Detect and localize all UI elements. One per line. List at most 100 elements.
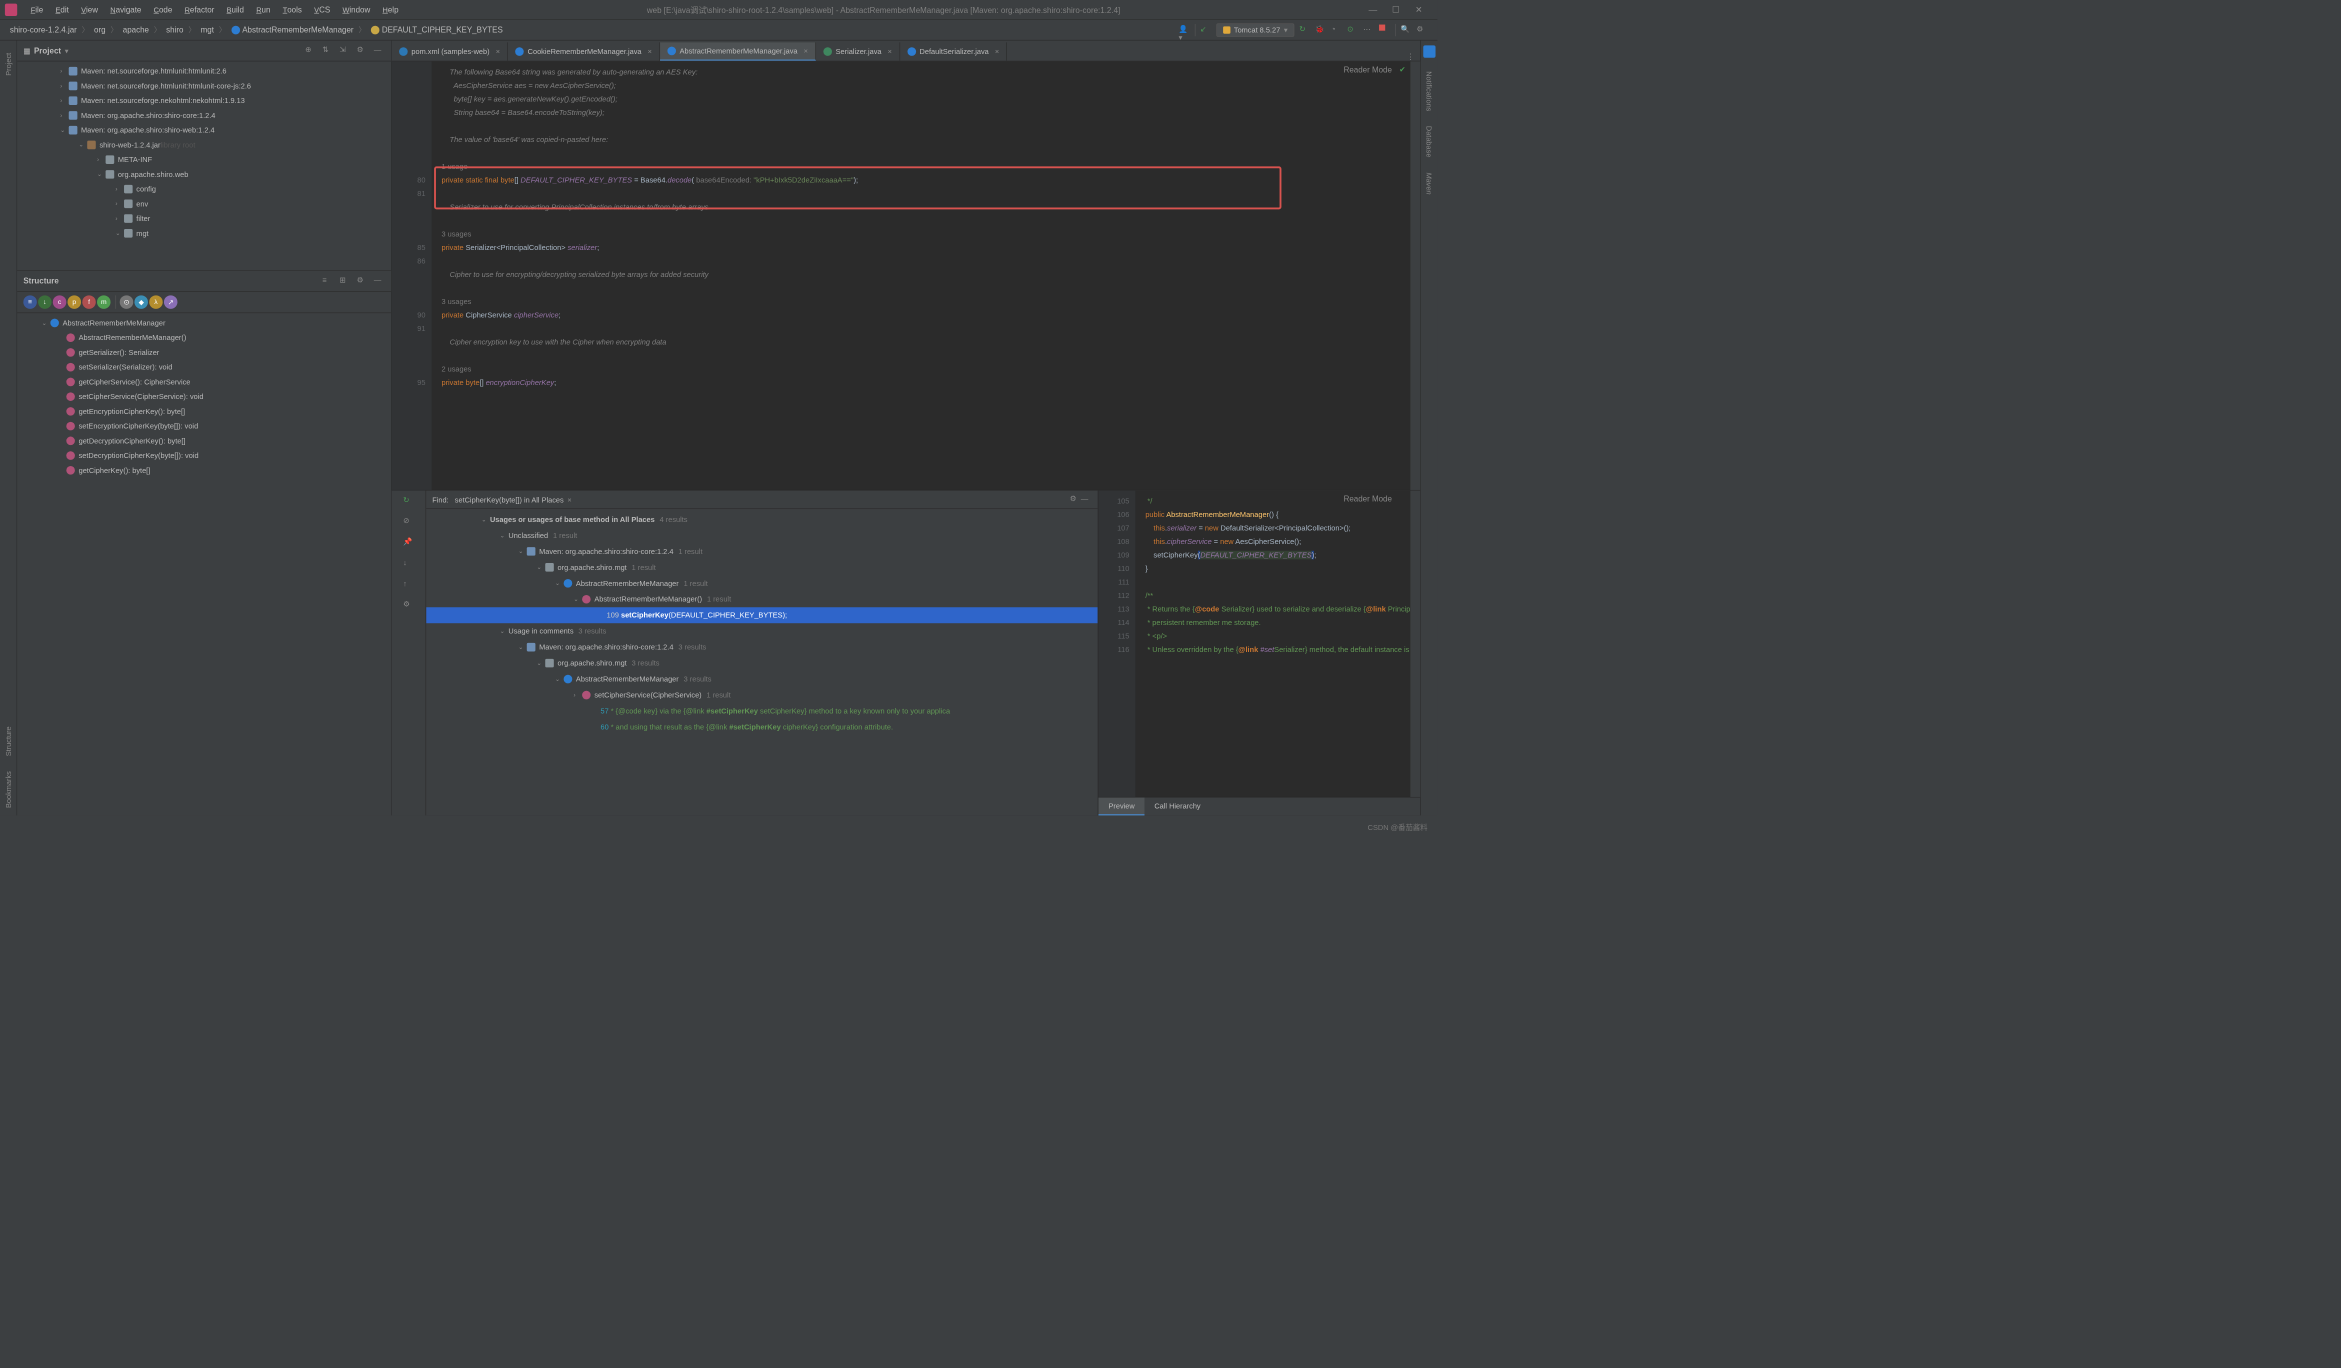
structure-member[interactable]: getDecryptionCipherKey(): byte[] <box>17 433 391 448</box>
reader-mode-label[interactable]: Reader Mode <box>1344 65 1392 74</box>
tree-row[interactable]: ›Maven: org.apache.shiro:shiro-core:1.2.… <box>17 108 391 123</box>
panel-settings-icon[interactable]: ⚙ <box>357 45 368 56</box>
build-icon[interactable]: ↙ <box>1200 24 1211 35</box>
find-tree[interactable]: ⌄Usages or usages of base method in All … <box>426 509 1098 815</box>
locate-icon[interactable]: ⊕ <box>305 45 316 56</box>
tree-row[interactable]: ›Maven: net.sourceforge.htmlunit:htmluni… <box>17 79 391 94</box>
filter-8[interactable]: ↗ <box>164 295 178 309</box>
breadcrumb-item[interactable]: DEFAULT_CIPHER_KEY_BYTES <box>366 25 508 35</box>
menu-edit[interactable]: Edit <box>49 5 75 14</box>
assistant-icon[interactable] <box>1423 45 1435 57</box>
preview-scrollbar[interactable] <box>1410 491 1420 797</box>
tree-row[interactable]: ›Maven: net.sourceforge.nekohtml:nekohtm… <box>17 93 391 108</box>
database-tool-button[interactable]: Database <box>1425 126 1434 158</box>
find-result-row[interactable]: ›setCipherService(CipherService)1 result <box>426 687 1098 703</box>
filter-p[interactable]: p <box>68 295 82 309</box>
panel-hide-icon[interactable]: — <box>374 45 385 56</box>
find-result-row[interactable]: ⌄Usage in comments3 results <box>426 623 1098 639</box>
structure-member[interactable]: getSerializer(): Serializer <box>17 345 391 360</box>
find-result-row[interactable]: ⌄AbstractRememberMeManager()1 result <box>426 591 1098 607</box>
tab-close-icon[interactable]: × <box>496 47 500 56</box>
structure-tool-button[interactable]: Structure <box>4 727 13 757</box>
tree-row[interactable]: ›filter <box>17 211 391 226</box>
menu-run[interactable]: Run <box>250 5 276 14</box>
structure-member[interactable]: setEncryptionCipherKey(byte[]): void <box>17 419 391 434</box>
structure-member[interactable]: setDecryptionCipherKey(byte[]): void <box>17 448 391 463</box>
profile-button[interactable]: ⊙ <box>1347 24 1358 35</box>
filter-f[interactable]: f <box>82 295 96 309</box>
find-result-row[interactable]: ⌄Maven: org.apache.shiro:shiro-core:1.2.… <box>426 639 1098 655</box>
tabs-more-icon[interactable]: ⋮ <box>1401 52 1421 61</box>
bookmarks-tool-button[interactable]: Bookmarks <box>4 771 13 808</box>
search-icon[interactable]: 🔍 <box>1401 24 1412 35</box>
debug-button[interactable]: 🐞 <box>1315 24 1326 35</box>
tree-row[interactable]: ⌄mgt <box>17 226 391 241</box>
find-result-row[interactable]: ⌄AbstractRememberMeManager1 result <box>426 575 1098 591</box>
menu-code[interactable]: Code <box>148 5 179 14</box>
menu-refactor[interactable]: Refactor <box>178 5 220 14</box>
tab-close-icon[interactable]: × <box>804 47 808 56</box>
find-hide-icon[interactable]: — <box>1081 494 1092 505</box>
project-tool-button[interactable]: Project <box>4 53 13 76</box>
filter-7[interactable]: λ <box>149 295 163 309</box>
editor-scrollbar[interactable] <box>1410 61 1420 490</box>
breadcrumb-item[interactable]: shiro-core-1.2.4.jar <box>5 25 82 34</box>
rerun-find-icon[interactable]: ↻ <box>403 495 414 506</box>
tree-row[interactable]: ›Maven: net.sourceforge.htmlunit:htmluni… <box>17 64 391 79</box>
menu-help[interactable]: Help <box>376 5 404 14</box>
editor-tab[interactable]: DefaultSerializer.java× <box>900 42 1007 60</box>
find-tab-call-hierarchy[interactable]: Call Hierarchy <box>1145 798 1211 816</box>
minimize-button[interactable]: — <box>1369 4 1380 15</box>
stop-button[interactable] <box>1379 24 1390 35</box>
tree-row[interactable]: ⌄Maven: org.apache.shiro:shiro-web:1.2.4 <box>17 123 391 138</box>
close-button[interactable]: ✕ <box>1415 4 1426 15</box>
menu-build[interactable]: Build <box>220 5 250 14</box>
menu-window[interactable]: Window <box>336 5 376 14</box>
find-result-row[interactable]: 57 * {@code key} via the {@link #setCiph… <box>426 703 1098 719</box>
find-query-close[interactable]: × <box>567 495 571 504</box>
breadcrumb-item[interactable]: mgt <box>196 25 219 34</box>
tree-row[interactable]: ›env <box>17 196 391 211</box>
tree-row[interactable]: ›config <box>17 182 391 197</box>
filter-c[interactable]: c <box>53 295 67 309</box>
structure-class[interactable]: ⌄AbstractRememberMeManager <box>17 316 391 331</box>
find-settings-icon[interactable]: ⚙ <box>403 600 414 611</box>
expand-icon[interactable]: ⇅ <box>322 45 333 56</box>
user-icon[interactable]: 👤▾ <box>1179 24 1190 35</box>
maximize-button[interactable]: ☐ <box>1392 4 1403 15</box>
structure-member[interactable]: getCipherKey(): byte[] <box>17 463 391 478</box>
menu-view[interactable]: View <box>75 5 104 14</box>
editor-tab[interactable]: CookieRememberMeManager.java× <box>508 42 660 60</box>
find-collapse-icon[interactable]: ↑ <box>403 579 414 590</box>
tab-close-icon[interactable]: × <box>888 47 892 56</box>
notifications-tool-button[interactable]: Notifications <box>1425 71 1434 111</box>
menu-file[interactable]: File <box>25 5 50 14</box>
menu-navigate[interactable]: Navigate <box>104 5 147 14</box>
find-result-row[interactable]: ⌄Unclassified1 result <box>426 527 1098 543</box>
breadcrumb-item[interactable]: org <box>89 25 110 34</box>
struct-group-icon[interactable]: ⊞ <box>340 275 351 286</box>
structure-member[interactable]: getCipherService(): CipherService <box>17 375 391 390</box>
menu-vcs[interactable]: VCS <box>308 5 336 14</box>
inspection-ok-icon[interactable]: ✔ <box>1399 65 1405 74</box>
project-tree[interactable]: ›Maven: net.sourceforge.htmlunit:htmluni… <box>17 61 391 270</box>
find-result-row[interactable]: ⌄org.apache.shiro.mgt1 result <box>426 559 1098 575</box>
run-configuration-selector[interactable]: Tomcat 8.5.27 ▾ <box>1216 23 1294 37</box>
filter-2[interactable]: ↓ <box>38 295 52 309</box>
editor-tab[interactable]: Serializer.java× <box>816 42 900 60</box>
collapse-icon[interactable]: ⇲ <box>340 45 351 56</box>
tab-close-icon[interactable]: × <box>995 47 999 56</box>
tree-row[interactable]: ›META-INF <box>17 152 391 167</box>
find-result-row[interactable]: ⌄org.apache.shiro.mgt3 results <box>426 655 1098 671</box>
run-button[interactable]: ↻ <box>1299 24 1310 35</box>
find-result-row[interactable]: ⌄Maven: org.apache.shiro:shiro-core:1.2.… <box>426 543 1098 559</box>
find-result-row[interactable]: 60 * and using that result as the {@link… <box>426 719 1098 735</box>
preview-reader-mode[interactable]: Reader Mode <box>1344 494 1392 503</box>
tab-close-icon[interactable]: × <box>648 47 652 56</box>
breadcrumb-item[interactable]: shiro <box>161 25 188 34</box>
structure-member[interactable]: getEncryptionCipherKey(): byte[] <box>17 404 391 419</box>
tree-row[interactable]: ⌄org.apache.shiro.web <box>17 167 391 182</box>
editor-content[interactable]: Reader Mode ✔ The following Base64 strin… <box>432 61 1411 490</box>
settings-icon[interactable]: ⚙ <box>1416 24 1427 35</box>
filter-6[interactable]: ◆ <box>134 295 148 309</box>
